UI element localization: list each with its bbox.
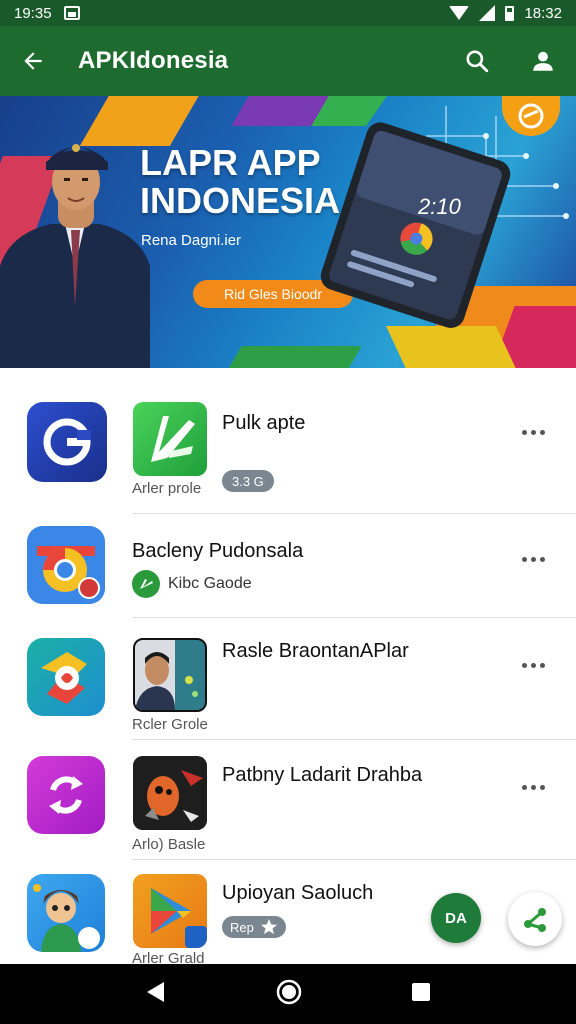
phone-illustration: 2:10: [320, 122, 511, 328]
publisher-name: Kibc Gaode: [168, 575, 252, 592]
portrait-app-icon: [133, 638, 207, 712]
back-nav-icon[interactable]: [144, 980, 168, 1009]
google-app-icon: [27, 402, 107, 482]
publisher-logo-icon: [132, 570, 160, 598]
spokesperson-image: [0, 144, 150, 368]
phone-clock-text: 2:10: [417, 194, 462, 219]
app-developer: Arlo) Basle: [132, 836, 206, 853]
list-item[interactable]: Bacleny Pudonsala Kibc Gaode: [0, 514, 576, 618]
banner-shape: [218, 346, 362, 368]
star-icon: [260, 919, 277, 934]
wifi-icon: [449, 6, 470, 20]
sync-app-icon: [27, 756, 105, 834]
more-options-icon[interactable]: [522, 782, 550, 792]
app-developer: Rcler Grole: [132, 716, 208, 733]
recents-nav-icon[interactable]: [410, 981, 432, 1008]
promo-banner[interactable]: LAPR APP INDONESIA Rena Dagni.ier Rid Gl…: [0, 96, 576, 368]
app-title: APKIdonesia: [78, 47, 229, 74]
app-title: Patbny Ladarit Drahba: [222, 764, 423, 786]
play-store-app-icon: [133, 874, 207, 948]
share-icon: [524, 908, 546, 932]
colorful-app-icon: [27, 638, 105, 716]
primary-fab-button[interactable]: DA: [431, 893, 481, 943]
home-nav-icon[interactable]: [275, 978, 303, 1011]
status-time-left: 19:35: [14, 4, 52, 22]
signal-icon: [479, 5, 496, 21]
account-icon[interactable]: [528, 46, 558, 76]
app-bar: APKIdonesia: [0, 26, 576, 96]
kids-app-icon: [27, 874, 105, 952]
more-options-icon[interactable]: [522, 427, 550, 437]
list-item[interactable]: Upioyan Saoluch Rep Arler Grald: [0, 860, 576, 967]
game-app-icon: [133, 756, 207, 830]
list-item[interactable]: Pulk apte 3.3 G Arler prole: [0, 382, 576, 514]
publisher: Kibc Gaode: [132, 570, 252, 598]
list-item[interactable]: Patbny Ladarit Drahba Arlo) Basle: [0, 740, 576, 860]
back-arrow-icon[interactable]: [18, 46, 48, 76]
size-badge: 3.3 G: [222, 470, 274, 492]
list-item[interactable]: Rasle BraontanAPlar Rcler Grole: [0, 618, 576, 740]
rating-badge: Rep: [222, 916, 286, 938]
app-title: Bacleny Pudonsala: [132, 540, 304, 562]
fab-label: DA: [445, 909, 467, 927]
search-icon[interactable]: [462, 46, 492, 76]
app-developer: Arler prole: [132, 480, 202, 497]
more-options-icon[interactable]: [522, 660, 550, 670]
green-leaf-app-icon: [133, 402, 207, 476]
chrome-app-icon: [27, 526, 105, 604]
system-navigation-bar: [0, 964, 576, 1024]
status-time-right: 18:32: [524, 4, 562, 22]
rating-badge-label: Rep: [230, 919, 254, 935]
app-title: Pulk apte: [222, 412, 306, 434]
app-title: Rasle BraontanAPlar: [222, 640, 409, 662]
image-notification-icon: [63, 6, 80, 20]
share-fab-button[interactable]: [508, 892, 562, 946]
status-bar: 19:35 18:32: [0, 0, 576, 26]
app-title: Upioyan Saoluch: [222, 882, 374, 904]
banner-subtitle: Rena Dagni.ier: [141, 232, 242, 249]
more-options-icon[interactable]: [522, 554, 550, 564]
battery-icon: [505, 5, 515, 21]
